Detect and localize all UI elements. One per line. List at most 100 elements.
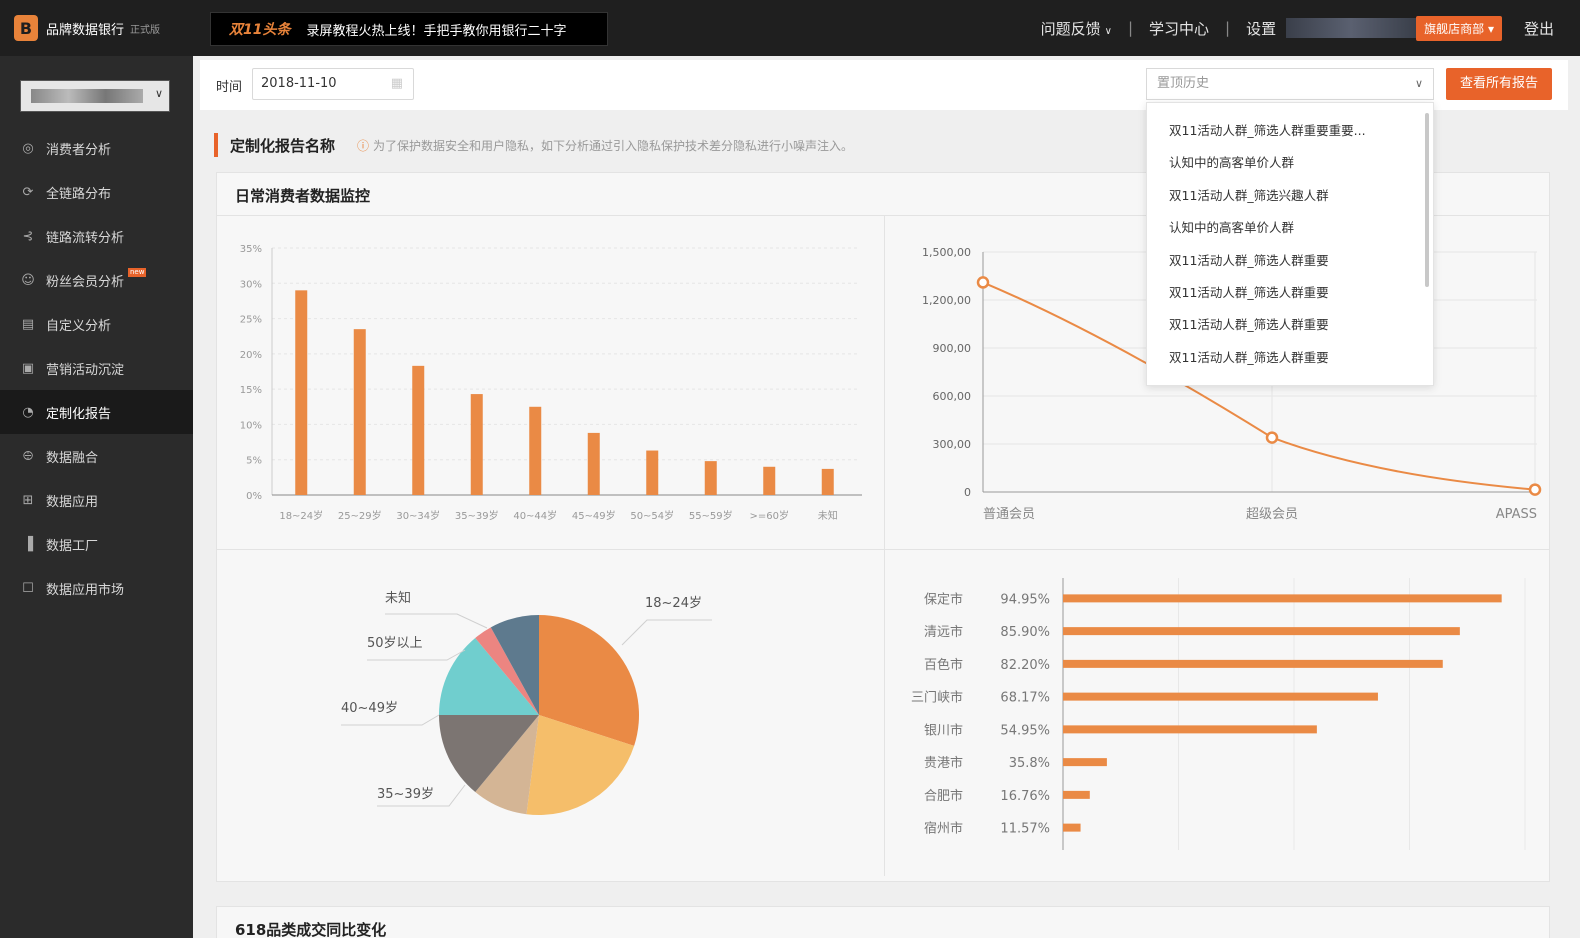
city-hbar-chart-panel: 保定市 94.95% 清远市 85.90% 百色市 82.20% 三门峡市 68.17% 银川市… xyxy=(885,550,1549,880)
sidebar-item-label: 全链路分布 xyxy=(46,186,112,202)
chevron-down-icon: ∨ xyxy=(1414,77,1423,90)
history-option[interactable]: 双11活动人群_筛选人群重要重要... xyxy=(1147,115,1433,147)
leader-line xyxy=(341,714,440,726)
sidebar-item-factory[interactable]: ▐ 数据工厂 xyxy=(0,522,193,566)
category-label: 银川市 xyxy=(924,722,963,738)
shop-label: 旗舰店商部 xyxy=(1424,21,1485,36)
shop-select[interactable]: ∨ xyxy=(20,80,170,112)
check-circle-icon: ◎ xyxy=(22,140,34,156)
app-icon: ⊞ xyxy=(22,492,34,508)
brand-name: 品牌数据银行 xyxy=(46,22,125,38)
sidebar-item-campaign[interactable]: ▣ 营销活动沉淀 xyxy=(0,346,193,390)
logout-link[interactable]: 登出 xyxy=(1524,18,1554,39)
refresh-circle-icon: ⟳ xyxy=(22,184,34,200)
divider: | xyxy=(1127,19,1134,37)
sidebar-item-label: 数据应用市场 xyxy=(46,582,125,598)
new-badge: new xyxy=(128,268,147,277)
sidebar-item-flow[interactable]: ⊰ 链路流转分析 xyxy=(0,214,193,258)
merge-icon: ⨸ xyxy=(22,448,34,464)
sidebar-item-chain[interactable]: ⟳ 全链路分布 xyxy=(0,170,193,214)
top-nav: 问题反馈 ∨ | 学习中心 | 设置 旗舰店商部 ▾ 登出 xyxy=(1041,0,1554,56)
bar xyxy=(1063,758,1107,767)
privacy-notice: ⓘ 为了保护数据安全和用户隐私，如下分析通过引入隐私保护技术差分隐私进行小噪声注入… xyxy=(357,137,853,154)
user-icon: ☺ xyxy=(21,272,35,288)
y-tick-label: 15% xyxy=(240,385,262,396)
value-label: 68.17% xyxy=(1000,691,1050,706)
sidebar-item-label: 数据应用 xyxy=(46,494,99,510)
category-label: 合肥市 xyxy=(924,788,963,804)
category-label: 三门峡市 xyxy=(911,690,963,706)
learning-center-link[interactable]: 学习中心 xyxy=(1149,18,1209,39)
history-option[interactable]: 双11活动人群_筛选人群重要 xyxy=(1147,277,1433,309)
time-label: 时间 xyxy=(216,80,243,95)
bar xyxy=(821,468,834,495)
x-tick-label: 30~34岁 xyxy=(396,509,440,522)
bar xyxy=(646,450,659,495)
x-tick-label: 55~59岁 xyxy=(689,509,733,522)
announcement-banner[interactable]: 双11头条 录屏教程火热上线！手把手教你用银行二十字 xyxy=(210,12,608,46)
x-tick-label: 未知 xyxy=(818,509,838,522)
sidebar-item-label: 数据融合 xyxy=(46,450,99,466)
bar xyxy=(295,290,308,495)
dropdown-scrollbar[interactable] xyxy=(1425,113,1429,287)
x-tick-label: 普通会员 xyxy=(983,507,1035,522)
bar xyxy=(763,466,776,495)
bar xyxy=(704,461,717,495)
slice-label: 50岁以上 xyxy=(367,636,423,651)
sidebar-item-label: 消费者分析 xyxy=(46,142,112,158)
category-label: 宿州市 xyxy=(924,821,963,837)
settings-link[interactable]: 设置 xyxy=(1246,18,1276,39)
y-tick-label: 35% xyxy=(240,244,262,255)
sidebar-item-apps[interactable]: ⊞ 数据应用 xyxy=(0,478,193,522)
history-option[interactable]: 双11活动人群_筛选人群重要 xyxy=(1147,342,1433,374)
brand[interactable]: B 品牌数据银行 正式版 xyxy=(0,0,200,56)
x-tick-label: 40~44岁 xyxy=(513,509,557,522)
report-title: 定制化报告名称 xyxy=(230,136,336,155)
sidebar-item-custom[interactable]: ▤ 自定义分析 xyxy=(0,302,193,346)
x-tick-label: 25~29岁 xyxy=(338,509,382,522)
title-accent xyxy=(214,133,218,157)
sidebar-item-consumer[interactable]: ◎ 消费者分析 xyxy=(0,126,193,170)
date-value: 2018-11-10 xyxy=(261,76,337,91)
x-tick-label: 50~54岁 xyxy=(630,509,674,522)
x-tick-label: 超级会员 xyxy=(1246,507,1298,522)
sidebar-item-fans[interactable]: ☺ 粉丝会员分析 new xyxy=(0,258,193,302)
feedback-menu[interactable]: 问题反馈 ∨ xyxy=(1041,18,1112,39)
bar xyxy=(1063,823,1081,832)
masked-shop-name xyxy=(31,89,143,103)
y-tick-label: 10% xyxy=(240,420,262,431)
divider: | xyxy=(1225,19,1231,37)
value-label: 54.95% xyxy=(1000,723,1050,738)
data-point xyxy=(1265,431,1279,444)
bar xyxy=(529,406,542,495)
y-tick-label: 900,00 xyxy=(933,342,972,355)
history-option[interactable]: 认知中的高客单价人群 xyxy=(1147,147,1433,179)
bar xyxy=(1063,692,1378,701)
data-point xyxy=(976,276,990,289)
history-option[interactable]: 双11活动人群_筛选人群重要 xyxy=(1147,309,1433,341)
value-label: 16.76% xyxy=(1000,789,1050,804)
slice-label: 未知 xyxy=(385,590,411,606)
value-label: 11.57% xyxy=(1000,822,1050,837)
age-pie-chart-panel: 18~24岁 35~39岁 40~49岁 50岁以上 未知 xyxy=(217,550,884,880)
bar xyxy=(1063,725,1317,734)
history-dropdown: 双11活动人群_筛选人群重要重要... 认知中的高客单价人群 双11活动人群_筛选兴… xyxy=(1146,102,1434,386)
history-option[interactable]: 双11活动人群_筛选兴趣人群 xyxy=(1147,180,1433,212)
age-pie-chart: 18~24岁 35~39岁 40~49岁 50岁以上 未知 xyxy=(341,590,712,815)
x-tick-label: 35~39岁 xyxy=(455,509,499,522)
history-option[interactable]: 认知中的高客单价人群 xyxy=(1147,212,1433,244)
sidebar-item-label: 链路流转分析 xyxy=(46,230,125,246)
bar xyxy=(1063,594,1502,603)
date-input[interactable]: 2018-11-10 ▦ xyxy=(252,68,414,100)
sidebar-item-market[interactable]: ☐ 数据应用市场 xyxy=(0,566,193,610)
view-all-reports-button[interactable]: 查看所有报告 xyxy=(1446,68,1552,100)
sidebar-item-report[interactable]: ◔ 定制化报告 xyxy=(0,390,193,434)
bar xyxy=(470,394,483,495)
y-tick-label: 25% xyxy=(240,315,262,326)
history-select[interactable]: 置顶历史 ∨ xyxy=(1146,68,1434,100)
history-option[interactable]: 双11活动人群_筛选人群重要 xyxy=(1147,245,1433,277)
shop-switch-button[interactable]: 旗舰店商部 ▾ xyxy=(1416,15,1502,41)
sidebar-item-fusion[interactable]: ⨸ 数据融合 xyxy=(0,434,193,478)
slice-label: 35~39岁 xyxy=(377,787,434,802)
sidebar: ∨ ◎ 消费者分析 ⟳ 全链路分布 ⊰ 链路流转分析 ☺ 粉丝会员分析 new ▤ 自定义分… xyxy=(0,56,193,938)
